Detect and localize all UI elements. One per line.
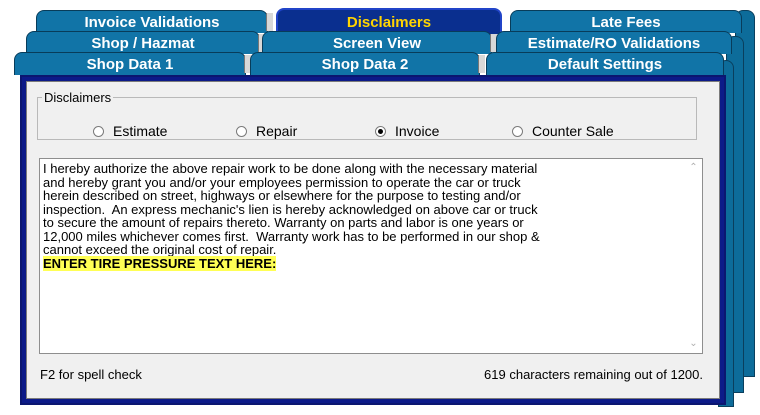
panel-content: Disclaimers Estimate Repair Invoice Coun… (26, 81, 720, 399)
radio-checked-icon (375, 125, 386, 137)
tab-screen-view[interactable]: Screen View (262, 31, 497, 54)
tab-label: Shop Data 2 (321, 55, 409, 73)
disclaimer-body: I hereby authorize the above repair work… (43, 161, 540, 257)
radio-circle-icon (93, 125, 104, 137)
radio-label: Counter Sale (532, 123, 614, 139)
tab-estimate-ro-validations[interactable]: Estimate/RO Validations (496, 31, 732, 54)
tab-label: Screen View (332, 34, 422, 52)
spell-check-hint: F2 for spell check (40, 367, 142, 382)
radio-label: Invoice (395, 123, 440, 139)
disclaimer-text: I hereby authorize the above repair work… (43, 161, 682, 271)
tab-late-fees[interactable]: Late Fees (510, 10, 742, 33)
radio-label: Repair (256, 123, 298, 139)
tab-label: Estimate/RO Validations (527, 34, 701, 52)
characters-remaining: 619 characters remaining out of 1200. (484, 367, 703, 382)
tire-pressure-placeholder: ENTER TIRE PRESSURE TEXT HERE: (43, 255, 277, 271)
tab-label: Shop / Hazmat (91, 34, 195, 52)
tab-shop-data-2[interactable]: Shop Data 2 (250, 52, 485, 75)
group-label: Disclaimers (44, 90, 112, 105)
tab-label: Disclaimers (346, 13, 432, 31)
disclaimers-panel: Disclaimers Estimate Repair Invoice Coun… (20, 75, 726, 405)
radio-repair[interactable]: Repair (236, 123, 297, 139)
tab-shop-hazmat[interactable]: Shop / Hazmat (26, 31, 265, 54)
disclaimer-type-group: Disclaimers Estimate Repair Invoice Coun… (37, 90, 697, 140)
tab-label: Late Fees (591, 13, 661, 31)
radio-counter-sale[interactable]: Counter Sale (512, 123, 614, 139)
tab-separator (266, 13, 273, 31)
radio-circle-icon (512, 125, 523, 137)
radio-label: Estimate (113, 123, 168, 139)
disclaimer-text-area[interactable]: I hereby authorize the above repair work… (39, 158, 703, 354)
tab-label: Default Settings (547, 55, 663, 73)
tab-default-settings[interactable]: Default Settings (486, 52, 724, 75)
radio-invoice[interactable]: Invoice (375, 123, 439, 139)
tab-label: Invoice Validations (84, 13, 220, 31)
tab-shop-data-1[interactable]: Shop Data 1 (14, 52, 251, 75)
scroll-down-arrow-icon[interactable]: ⌄ (686, 338, 701, 350)
radio-estimate[interactable]: Estimate (93, 123, 167, 139)
tab-label: Shop Data 1 (86, 55, 174, 73)
tab-invoice-validations[interactable]: Invoice Validations (36, 10, 273, 33)
tab-separator (478, 55, 485, 73)
radio-circle-icon (236, 125, 247, 137)
scroll-up-arrow-icon[interactable]: ⌃ (686, 162, 701, 174)
vertical-scrollbar[interactable]: ⌃ ⌄ (686, 160, 701, 352)
